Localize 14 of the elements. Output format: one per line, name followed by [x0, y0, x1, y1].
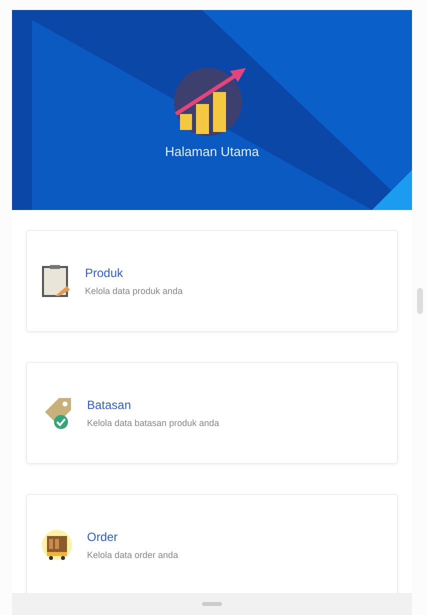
menu-description: Kelola data batasan produk anda [87, 418, 220, 428]
menu-card[interactable]: Batasan Kelola data batasan produk anda [26, 362, 398, 464]
drag-handle-icon[interactable] [202, 602, 222, 606]
menu-card[interactable]: Order Kelola data order anda [26, 494, 398, 593]
menu-description: Kelola data order anda [87, 550, 178, 560]
menu-title: Batasan [87, 398, 132, 412]
menu-title: Produk [85, 266, 124, 280]
page-title: Halaman Utama [165, 144, 259, 158]
shopping-cart-icon [41, 528, 73, 562]
menu-title: Order [87, 530, 119, 544]
menu-card[interactable]: Produk Kelola data produk anda [26, 230, 398, 332]
scrollbar-thumb[interactable] [416, 288, 422, 314]
clipboard-icon [41, 264, 71, 298]
menu-description: Kelola data produk anda [85, 286, 183, 296]
